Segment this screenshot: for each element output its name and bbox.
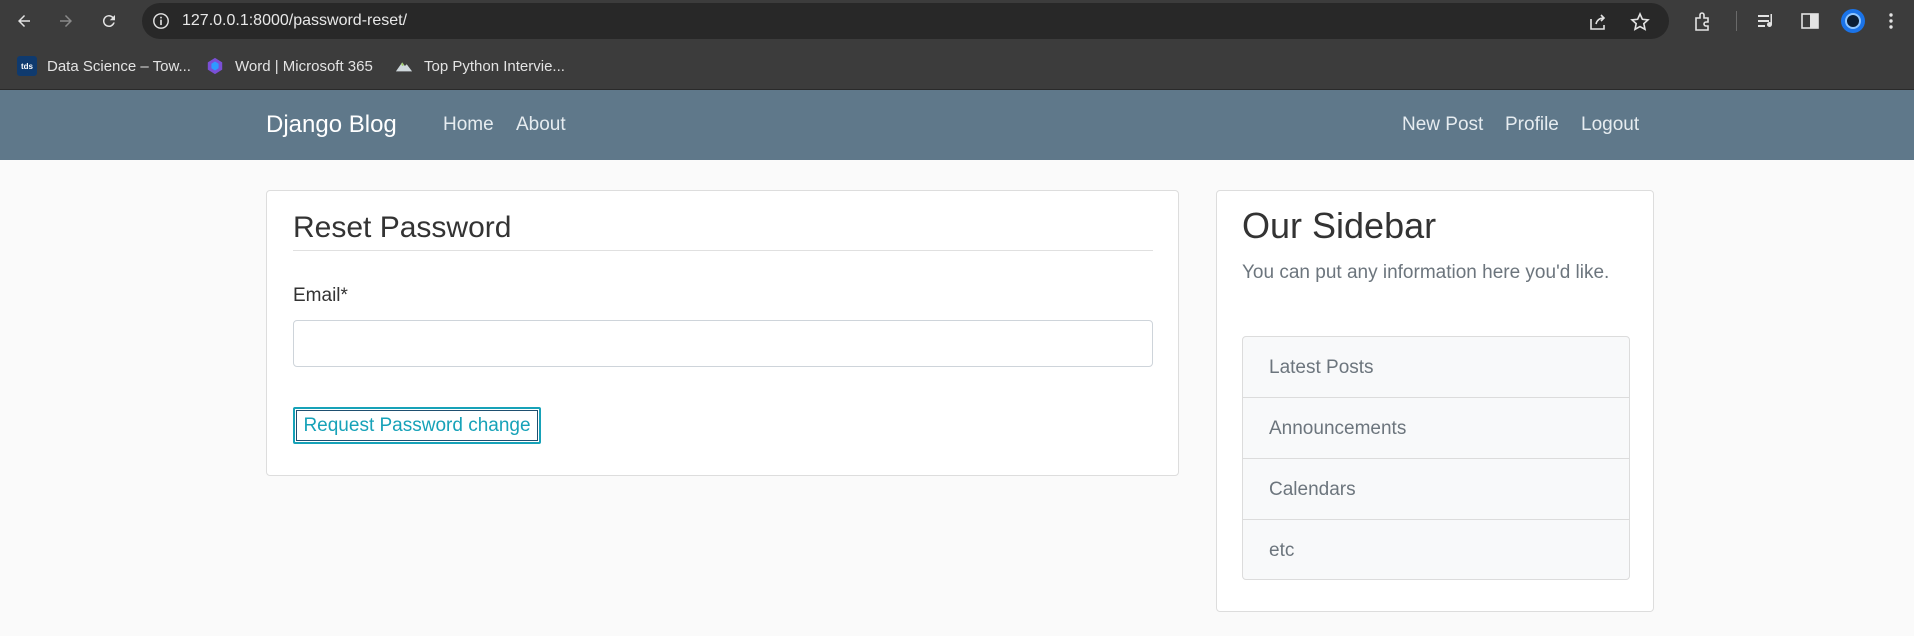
mountain-favicon [394, 56, 414, 76]
reload-icon [102, 15, 115, 28]
url-text[interactable]: 127.0.0.1:8000/password-reset/ [182, 3, 407, 39]
sidebar-list: Latest Posts Announcements Calendars etc [1242, 336, 1630, 580]
brand-link[interactable]: Django Blog [266, 90, 397, 160]
info-icon[interactable] [152, 12, 170, 30]
address-bar[interactable]: 127.0.0.1:8000/password-reset/ [142, 3, 1669, 39]
list-item-announcements[interactable]: Announcements [1243, 398, 1629, 459]
arrow-left-icon [18, 15, 30, 27]
password-reset-card: Reset Password Email* Request Password c… [266, 190, 1179, 476]
list-item-calendars[interactable]: Calendars [1243, 459, 1629, 520]
form-legend: Reset Password [293, 211, 1153, 251]
sidebar-title: Our Sidebar [1242, 205, 1437, 246]
bookmark-word[interactable]: Word | Microsoft 365 [205, 54, 373, 78]
share-icon[interactable] [1588, 12, 1608, 32]
list-item-etc[interactable]: etc [1243, 520, 1629, 581]
microsoft-365-favicon [205, 56, 225, 76]
media-queue-icon[interactable] [1756, 10, 1778, 32]
nav-home-link[interactable]: Home [443, 90, 494, 160]
bookmark-label: Top Python Intervie... [424, 57, 565, 75]
bookmark-label: Word | Microsoft 365 [235, 57, 373, 75]
side-panel-icon[interactable] [1799, 10, 1821, 32]
nav-logout-link[interactable]: Logout [1581, 90, 1639, 160]
forward-button[interactable] [54, 9, 78, 33]
sidebar: Our Sidebar You can put any information … [1216, 190, 1654, 612]
toolbar-divider [1736, 11, 1737, 31]
sidebar-description: You can put any information here you'd l… [1242, 262, 1610, 283]
bookmark-label: Data Science – Tow... [47, 57, 191, 75]
bookmark-python-interview[interactable]: Top Python Intervie... [394, 54, 565, 78]
bookmark-data-science[interactable]: tds Data Science – Tow... [17, 54, 191, 78]
site-navbar: Django Blog Home About New Post Profile … [0, 90, 1914, 160]
nav-about-link[interactable]: About [516, 90, 566, 160]
nav-new-post-link[interactable]: New Post [1402, 90, 1483, 160]
extensions-icon[interactable] [1692, 10, 1714, 32]
nav-profile-link[interactable]: Profile [1505, 90, 1559, 160]
browser-toolbar: 127.0.0.1:8000/password-reset/ [0, 0, 1914, 42]
request-password-change-button[interactable]: Request Password change [293, 407, 541, 444]
more-vert-icon[interactable] [1880, 10, 1902, 32]
email-label: Email* [293, 285, 348, 306]
bookmarks-bar: tds Data Science – Tow... Word | Microso… [0, 42, 1914, 90]
tds-favicon: tds [17, 56, 37, 76]
reload-button[interactable] [97, 9, 121, 33]
arrow-right-icon [60, 15, 72, 27]
profile-avatar[interactable] [1841, 9, 1865, 33]
bookmark-star-icon[interactable] [1630, 12, 1650, 32]
back-button[interactable] [12, 9, 36, 33]
list-item-latest-posts[interactable]: Latest Posts [1243, 337, 1629, 398]
email-input[interactable] [293, 320, 1153, 367]
